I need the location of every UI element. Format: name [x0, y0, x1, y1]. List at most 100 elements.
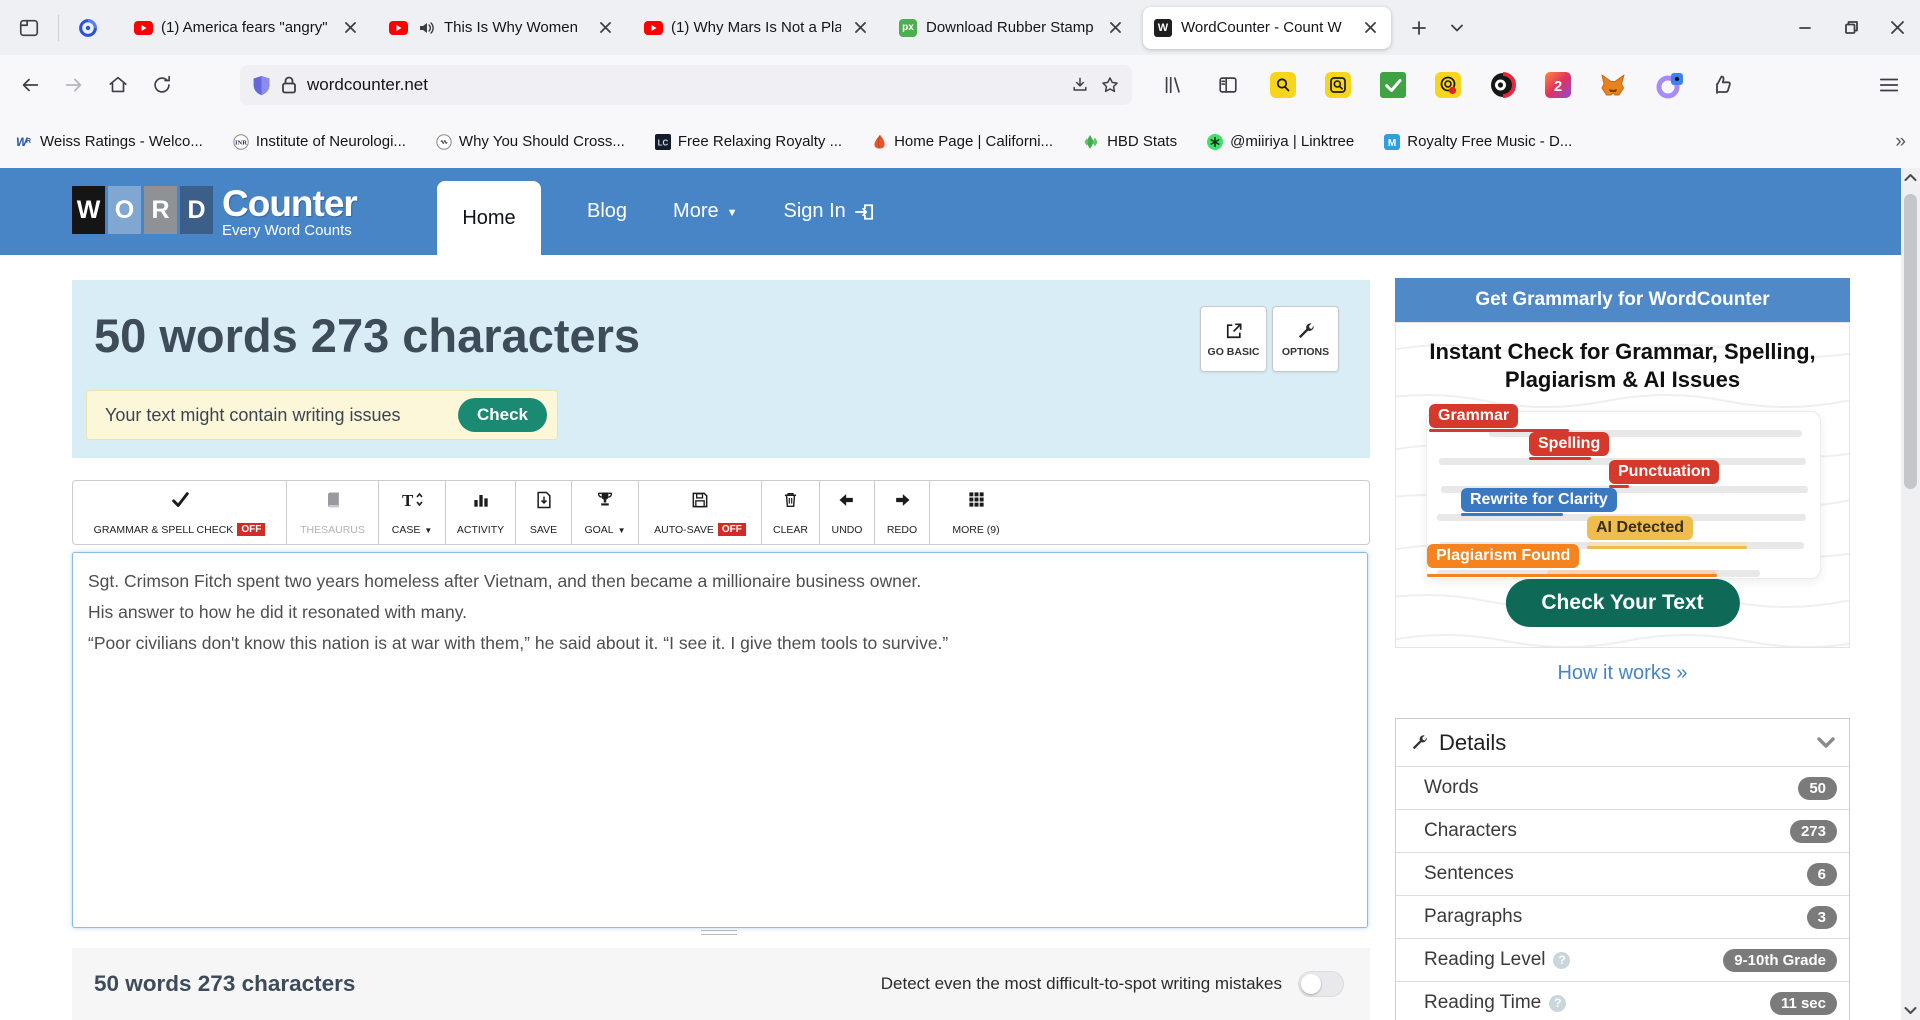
text-editor-area[interactable]: Sgt. Crimson Fitch spent two years homel… [72, 552, 1368, 928]
bookmark-weiss-ratings[interactable]: WR Weiss Ratings - Welco... [16, 133, 203, 150]
ext-search-icon[interactable] [1270, 72, 1296, 98]
ext-purple-ring-icon[interactable] [1655, 72, 1683, 99]
library-icon[interactable] [1160, 72, 1186, 98]
chevron-down-icon[interactable] [1817, 737, 1835, 748]
address-bar[interactable]: wordcounter.net [240, 65, 1132, 105]
ext-checkmark-icon[interactable] [1380, 72, 1406, 98]
svg-text:LC: LC [658, 138, 669, 147]
grammarly-ad-body[interactable]: Instant Check for Grammar, Spelling, Pla… [1395, 322, 1850, 648]
tracking-shield-icon[interactable] [252, 75, 271, 96]
nav-signin-link[interactable]: Sign In [784, 200, 874, 223]
toolbar-button-auto-save[interactable]: AUTO-SAVE OFF [639, 481, 762, 544]
close-window-button[interactable] [1874, 0, 1920, 55]
bookmark-why-you-should-cross[interactable]: Why You Should Cross... [436, 133, 625, 150]
scroll-up-icon[interactable] [1904, 173, 1917, 182]
caret-down-icon: ▼ [726, 206, 738, 219]
scroll-down-icon[interactable] [1904, 1006, 1917, 1015]
nav-blog-link[interactable]: Blog [587, 200, 627, 223]
options-button[interactable]: OPTIONS [1272, 306, 1339, 372]
site-header: W O R D Counter Every Word Counts Home B… [0, 168, 1901, 255]
toolbar-button-undo[interactable]: UNDO [820, 481, 875, 544]
check-your-text-button[interactable]: Check Your Text [1505, 579, 1740, 627]
reload-button[interactable] [144, 67, 180, 103]
ext-metamask-icon[interactable] [1600, 72, 1626, 98]
toolbar-button-goal[interactable]: GOAL ▼ [572, 481, 639, 544]
menu-hamburger-icon[interactable] [1876, 72, 1902, 98]
toolbar-button-more[interactable]: MORE (9) [930, 481, 1022, 544]
arrow-right-icon [892, 490, 912, 510]
bookmark-star-icon[interactable] [1100, 75, 1120, 95]
bookmark-miiriya-linktree[interactable]: @miiriya | Linktree [1207, 133, 1354, 150]
minimize-button[interactable] [1782, 0, 1828, 55]
editor-line: Sgt. Crimson Fitch spent two years homel… [88, 571, 922, 591]
bookmark-home-page-california[interactable]: Home Page | Californi... [872, 133, 1053, 150]
ad-badge-punctuation: Punctuation [1609, 460, 1720, 484]
toolbar-button-activity[interactable]: ACTIVITY [446, 481, 516, 544]
save-page-icon[interactable] [1070, 75, 1090, 95]
bookmark-hbd-stats[interactable]: HBD Stats [1083, 133, 1177, 150]
list-tabs-chevron-icon[interactable] [1440, 11, 1474, 45]
ad-badge-plagiarism: Plagiarism Found [1427, 544, 1580, 568]
bookmarks-overflow-chevron-icon[interactable]: » [1895, 131, 1905, 153]
pinned-tab-favicon[interactable] [69, 7, 107, 49]
ext-notes-icon[interactable]: 2 [1545, 72, 1571, 98]
bookmark-free-relaxing-royalty[interactable]: LC Free Relaxing Royalty ... [654, 133, 842, 150]
restore-button[interactable] [1828, 0, 1874, 55]
grammarly-ad-header[interactable]: Get Grammarly for WordCounter [1395, 278, 1850, 322]
ext-q-search-icon[interactable] [1325, 72, 1351, 98]
tab-why-mars[interactable]: (1) Why Mars Is Not a Pla [633, 7, 881, 49]
trash-icon [781, 490, 800, 510]
new-tab-button[interactable] [1402, 11, 1436, 45]
logo-counter-text: Counter [222, 183, 358, 224]
youtube-favicon-icon [388, 18, 408, 38]
forward-button[interactable] [56, 67, 92, 103]
detect-mistakes-toggle[interactable] [1298, 971, 1344, 997]
writing-issues-banner: Your text might contain writing issues C… [86, 390, 558, 440]
details-header[interactable]: Details [1396, 719, 1849, 766]
toolbar-button-clear[interactable]: CLEAR [762, 481, 820, 544]
toolbar-button-redo[interactable]: REDO [875, 481, 930, 544]
lock-icon[interactable] [281, 76, 297, 94]
close-icon[interactable] [1104, 17, 1126, 39]
toolbar-button-save[interactable]: SAVE [516, 481, 572, 544]
tab-wordcounter-active[interactable]: W WordCounter - Count W [1143, 6, 1391, 49]
page-scrollbar[interactable] [1901, 168, 1920, 1020]
ext-thumbs-up-icon[interactable] [1710, 72, 1736, 98]
off-badge: OFF [237, 523, 266, 536]
scrollbar-thumb[interactable] [1904, 194, 1917, 489]
how-it-works-link[interactable]: How it works » [1395, 662, 1850, 685]
close-icon[interactable] [339, 17, 361, 39]
tab-this-is-why-women[interactable]: This Is Why Women [378, 7, 626, 49]
go-basic-button[interactable]: GO BASIC [1200, 306, 1267, 372]
firefox-view-icon[interactable] [10, 9, 48, 47]
ext-screen-record-icon[interactable] [1435, 72, 1461, 98]
hive-favicon-icon [1083, 134, 1100, 150]
sidebar-toggle-icon[interactable] [1215, 72, 1241, 98]
home-button[interactable] [100, 67, 136, 103]
bookmark-institute-neurology[interactable]: INR Institute of Neurologi... [233, 133, 406, 150]
toolbar-button-grammar-spell-check[interactable]: GRAMMAR & SPELL CHECK OFF [73, 481, 287, 544]
editor-resize-handle[interactable] [701, 930, 737, 938]
tab-audio-icon[interactable] [416, 18, 436, 38]
help-icon[interactable]: ? [1553, 951, 1571, 969]
editor-line: “Poor civilians don't know this nation i… [88, 633, 949, 653]
book-icon [323, 490, 343, 510]
close-icon[interactable] [594, 17, 616, 39]
toolbar-button-thesaurus[interactable]: THESAURUS [287, 481, 379, 544]
nav-more-dropdown[interactable]: More ▼ [673, 200, 737, 223]
ext-opera-icon[interactable] [1490, 72, 1516, 98]
url-text[interactable]: wordcounter.net [307, 75, 428, 95]
tab-download-rubber-stamp[interactable]: px Download Rubber Stamp [888, 7, 1136, 49]
check-button[interactable]: Check [457, 398, 547, 432]
bookmark-royalty-free-music[interactable]: M Royalty Free Music - D... [1384, 133, 1572, 150]
close-icon[interactable] [849, 17, 871, 39]
nav-home-tab[interactable]: Home [437, 181, 541, 255]
toolbar-button-case[interactable]: T CASE ▼ [379, 481, 446, 544]
back-button[interactable] [12, 67, 48, 103]
help-icon[interactable]: ? [1549, 994, 1567, 1012]
linktree-favicon-icon [1207, 133, 1224, 150]
wordcounter-logo[interactable]: W O R D Counter Every Word Counts [72, 183, 358, 239]
close-icon[interactable] [1359, 17, 1381, 39]
tab-america-fears[interactable]: (1) America fears "angry" [123, 7, 371, 49]
tab-title: (1) America fears "angry" [161, 19, 328, 36]
